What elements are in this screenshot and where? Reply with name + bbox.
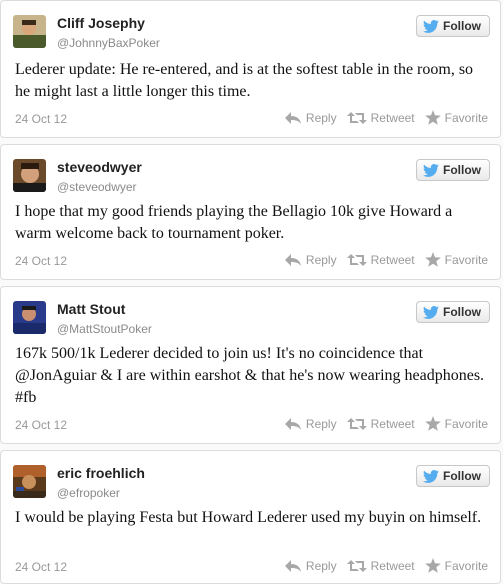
reply-icon <box>284 253 301 266</box>
reply-label: Reply <box>305 252 337 267</box>
twitter-bird-icon <box>423 163 439 177</box>
reply-label: Reply <box>305 416 337 431</box>
retweet-button[interactable]: Retweet <box>346 110 415 125</box>
user-handle[interactable]: @efropoker <box>57 486 120 500</box>
follow-button[interactable]: Follow <box>416 15 490 37</box>
tweet-actions: Reply Retweet Favorite <box>284 416 488 431</box>
reply-icon <box>284 111 301 124</box>
user-name[interactable]: Cliff Josephy <box>57 15 145 31</box>
twitter-bird-icon <box>423 305 439 319</box>
retweet-button[interactable]: Retweet <box>346 558 415 573</box>
reply-button[interactable]: Reply <box>284 253 337 267</box>
reply-icon <box>284 417 301 430</box>
retweet-icon <box>346 111 367 124</box>
follow-label: Follow <box>443 305 481 319</box>
favorite-label: Favorite <box>444 416 488 431</box>
favorite-button[interactable]: Favorite <box>424 558 488 573</box>
user-name[interactable]: steveodwyer <box>57 159 142 175</box>
tweet-card: steveodwyer @steveodwyer Follow I hope t… <box>0 144 501 280</box>
tweet-text: I would be playing Festa but Howard Lede… <box>15 509 482 526</box>
avatar[interactable] <box>13 301 46 334</box>
star-icon <box>424 110 441 125</box>
tweet-date[interactable]: 24 Oct 12 <box>15 418 67 432</box>
tweet-date[interactable]: 24 Oct 12 <box>15 112 67 126</box>
tweet-text: I hope that my good friends playing the … <box>15 203 453 242</box>
retweet-button[interactable]: Retweet <box>346 416 415 431</box>
twitter-bird-icon <box>423 19 439 33</box>
tweet-card: Cliff Josephy @JohnnyBaxPoker Follow Led… <box>0 0 501 138</box>
tweet-date[interactable]: 24 Oct 12 <box>15 560 67 574</box>
favorite-label: Favorite <box>444 558 488 573</box>
avatar[interactable] <box>13 465 46 498</box>
retweet-icon <box>346 417 367 430</box>
user-handle[interactable]: @steveodwyer <box>57 180 137 194</box>
star-icon <box>424 252 441 267</box>
avatar[interactable] <box>13 15 46 48</box>
follow-button[interactable]: Follow <box>416 301 490 323</box>
favorite-button[interactable]: Favorite <box>424 252 488 267</box>
retweet-icon <box>346 253 367 266</box>
tweet-actions: Reply Retweet Favorite <box>284 110 488 125</box>
tweet-card: Matt Stout @MattStoutPoker Follow 167k 5… <box>0 286 501 444</box>
retweet-label: Retweet <box>370 558 415 573</box>
tweet-feed: Cliff Josephy @JohnnyBaxPoker Follow Led… <box>0 0 503 584</box>
follow-label: Follow <box>443 163 481 177</box>
favorite-label: Favorite <box>444 110 488 125</box>
avatar[interactable] <box>13 159 46 192</box>
reply-icon <box>284 559 301 572</box>
favorite-button[interactable]: Favorite <box>424 416 488 431</box>
follow-label: Follow <box>443 19 481 33</box>
twitter-bird-icon <box>423 469 439 483</box>
star-icon <box>424 416 441 431</box>
follow-button[interactable]: Follow <box>416 465 490 487</box>
retweet-label: Retweet <box>370 110 415 125</box>
user-handle[interactable]: @JohnnyBaxPoker <box>57 36 160 50</box>
follow-button[interactable]: Follow <box>416 159 490 181</box>
follow-label: Follow <box>443 469 481 483</box>
user-handle[interactable]: @MattStoutPoker <box>57 322 152 336</box>
user-name[interactable]: eric froehlich <box>57 465 145 481</box>
reply-button[interactable]: Reply <box>284 417 337 431</box>
favorite-button[interactable]: Favorite <box>424 110 488 125</box>
star-icon <box>424 558 441 573</box>
tweet-actions: Reply Retweet Favorite <box>284 252 488 267</box>
tweet-text: Lederer update: He re-entered, and is at… <box>15 61 474 100</box>
retweet-icon <box>346 559 367 572</box>
tweet-card: eric froehlich @efropoker Follow I would… <box>0 450 501 584</box>
tweet-date[interactable]: 24 Oct 12 <box>15 254 67 268</box>
tweet-text: 167k 500/1k Lederer decided to join us! … <box>15 345 485 406</box>
favorite-label: Favorite <box>444 252 488 267</box>
reply-label: Reply <box>305 558 337 573</box>
tweet-actions: Reply Retweet Favorite <box>284 558 488 573</box>
reply-button[interactable]: Reply <box>284 111 337 125</box>
reply-label: Reply <box>305 110 337 125</box>
retweet-label: Retweet <box>370 252 415 267</box>
retweet-button[interactable]: Retweet <box>346 252 415 267</box>
reply-button[interactable]: Reply <box>284 559 337 573</box>
user-name[interactable]: Matt Stout <box>57 301 125 317</box>
retweet-label: Retweet <box>370 416 415 431</box>
